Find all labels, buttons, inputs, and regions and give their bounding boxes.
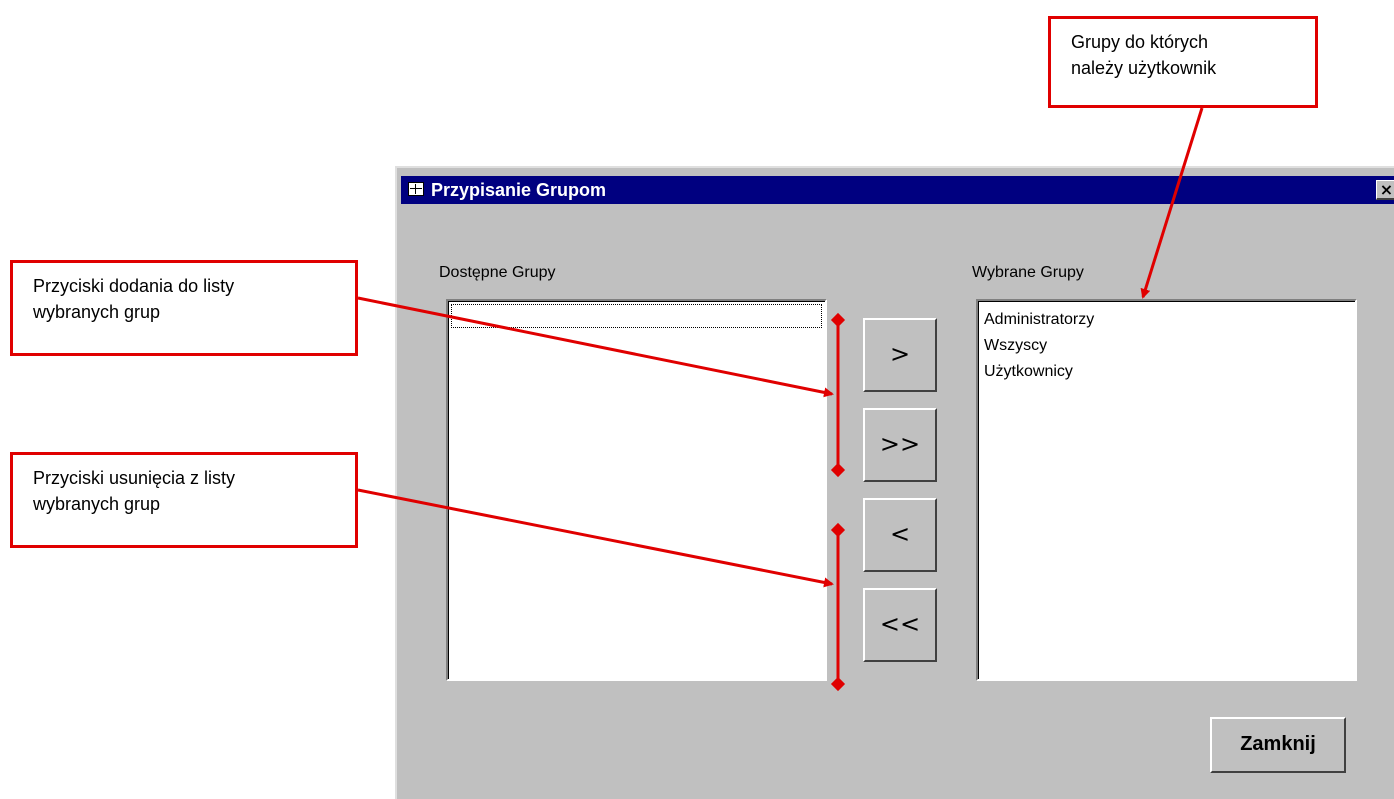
callout-line: należy użytkownik [1071, 58, 1217, 78]
callout-line: Przyciski usunięcia z listy [33, 468, 236, 488]
close-icon: × [1379, 180, 1394, 199]
callout-remove-buttons: Przyciski usunięcia z listy wybranych gr… [10, 452, 358, 548]
form-icon [408, 182, 424, 196]
callout-line: Przyciski dodania do listy [33, 276, 235, 296]
list-item[interactable]: Administratorzy [978, 307, 1355, 333]
remove-one-button[interactable]: < [863, 498, 937, 572]
callout-add-buttons: Przyciski dodania do listy wybranych gru… [10, 260, 358, 356]
callout-line: Grupy do których [1071, 32, 1209, 52]
selected-groups-list[interactable]: Administratorzy Wszyscy Użytkownicy [976, 299, 1357, 681]
title-bar[interactable]: Przypisanie Grupom × [401, 176, 1394, 204]
focus-row [451, 304, 822, 328]
available-groups-list[interactable] [446, 299, 827, 681]
remove-all-button[interactable]: << [863, 588, 937, 662]
add-one-button[interactable]: > [863, 318, 937, 392]
window-title: Przypisanie Grupom [431, 180, 607, 200]
callout-line: wybranych grup [33, 494, 161, 514]
available-groups-label: Dostępne Grupy [439, 264, 556, 281]
selected-groups-label: Wybrane Grupy [972, 264, 1084, 281]
window-close-button[interactable]: × [1376, 180, 1394, 200]
callout-line: wybranych grup [33, 302, 161, 322]
list-item[interactable]: Wszyscy [978, 333, 1355, 359]
add-all-button[interactable]: >> [863, 408, 937, 482]
dialog-window: Przypisanie Grupom × Dostępne Grupy Wybr… [395, 166, 1394, 799]
close-button[interactable]: Zamknij [1210, 717, 1346, 773]
list-item[interactable]: Użytkownicy [978, 359, 1355, 385]
callout-user-groups: Grupy do których należy użytkownik [1048, 16, 1318, 108]
